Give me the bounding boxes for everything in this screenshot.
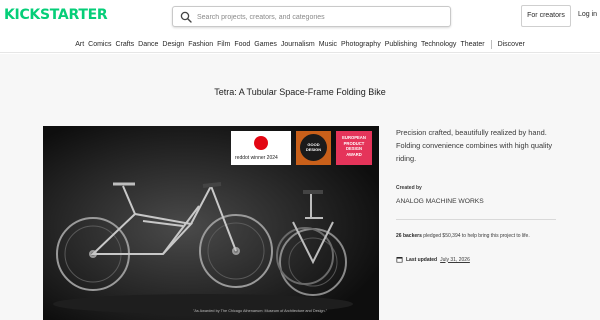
nav-item-comics[interactable]: Comics <box>88 41 111 48</box>
nav-divider <box>490 39 492 49</box>
european-award-text: EUROPEAN PRODUCT DESIGN AWARD <box>342 135 366 157</box>
top-header: KICKSTARTER For creators Log in <box>0 0 600 35</box>
nav-item-fashion[interactable]: Fashion <box>188 41 213 48</box>
project-description: Precision crafted, beautifully realized … <box>396 128 553 163</box>
last-updated-label: Last updated <box>406 256 438 263</box>
last-updated-date[interactable]: July 31, 2026 <box>440 257 470 263</box>
last-updated: Last updated July 31, 2026 <box>396 256 470 263</box>
nav-item-theater[interactable]: Theater <box>460 41 484 48</box>
sidebar-divider <box>396 219 556 220</box>
nav-item-photography[interactable]: Photography <box>341 41 381 48</box>
nav-item-food[interactable]: Food <box>234 41 250 48</box>
creator-name[interactable]: ANALOG MACHINE WORKS <box>396 198 484 205</box>
nav-item-film[interactable]: Film <box>217 41 230 48</box>
project-sidebar: Precision crafted, beautifully realized … <box>396 126 561 263</box>
backers-summary: 26 backers pledged $50,394 to help bring… <box>396 232 556 240</box>
search-bar[interactable] <box>172 6 451 27</box>
for-creators-button[interactable]: For creators <box>521 5 571 27</box>
backers-count: 26 backers <box>396 233 422 239</box>
category-nav: Art Comics Crafts Dance Design Fashion F… <box>0 36 600 53</box>
nav-item-design[interactable]: Design <box>162 41 184 48</box>
reddot-logo-icon <box>254 136 268 150</box>
european-product-design-award-badge: EUROPEAN PRODUCT DESIGN AWARD <box>336 131 372 165</box>
nav-item-technology[interactable]: Technology <box>421 41 456 48</box>
reddot-award-text: reddot winner 2024 <box>235 155 278 161</box>
nav-item-art[interactable]: Art <box>75 41 84 48</box>
nav-item-dance[interactable]: Dance <box>138 41 158 48</box>
project-hero-image[interactable]: reddot winner 2024 GOOD DESIGN EUROPEAN … <box>43 126 379 320</box>
project-main: Tetra: A Tubular Space-Frame Folding Bik… <box>0 54 600 320</box>
project-title: Tetra: A Tubular Space-Frame Folding Bik… <box>214 87 386 97</box>
nav-item-journalism[interactable]: Journalism <box>281 41 315 48</box>
good-design-award-badge: GOOD DESIGN <box>296 131 331 165</box>
reddot-award-badge: reddot winner 2024 <box>231 131 291 165</box>
kickstarter-logo[interactable]: KICKSTARTER <box>4 7 108 23</box>
nav-item-music[interactable]: Music <box>319 41 337 48</box>
nav-item-discover[interactable]: Discover <box>498 41 525 48</box>
login-link[interactable]: Log in <box>578 11 597 18</box>
nav-item-publishing[interactable]: Publishing <box>385 41 417 48</box>
nav-item-crafts[interactable]: Crafts <box>116 41 135 48</box>
pledge-text: pledged $50,394 to help bring this proje… <box>423 233 530 239</box>
award-caption: "As Awarded by The Chicago Athenaeum: Mu… <box>193 309 328 313</box>
nav-item-games[interactable]: Games <box>254 41 277 48</box>
search-icon <box>180 11 192 23</box>
search-input[interactable] <box>197 10 445 24</box>
good-design-emblem: GOOD DESIGN <box>300 134 327 161</box>
calendar-icon <box>396 257 403 263</box>
good-design-text: GOOD DESIGN <box>305 142 322 152</box>
created-by-label: Created by <box>396 185 422 191</box>
